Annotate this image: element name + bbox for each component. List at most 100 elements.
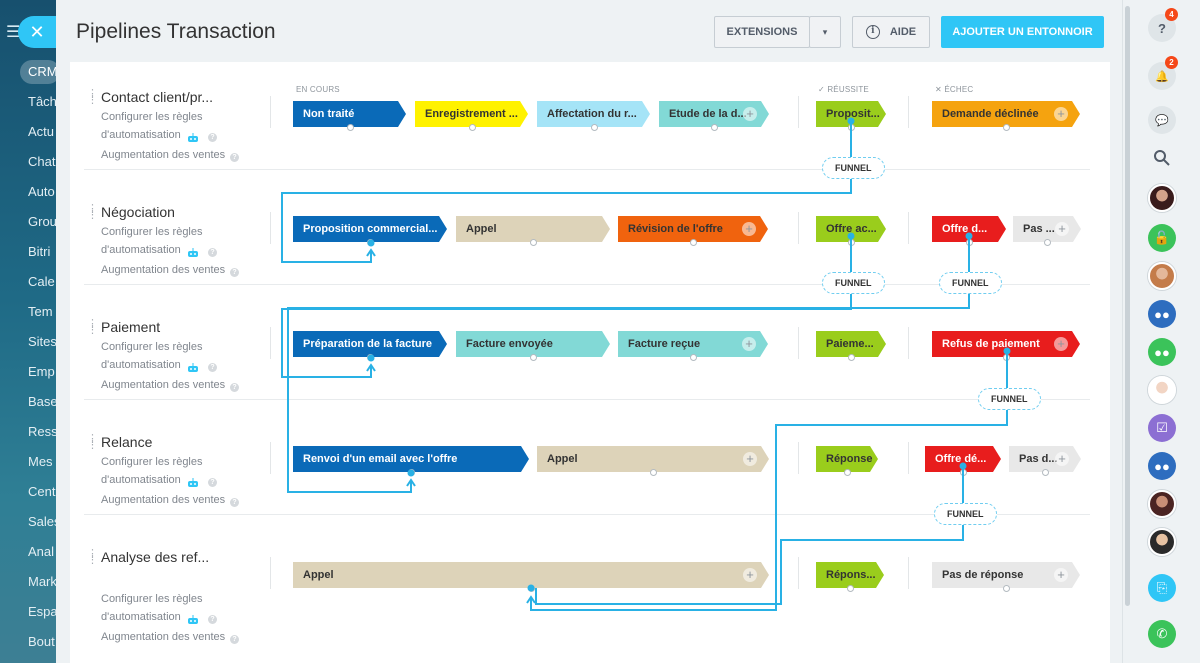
phone-icon[interactable]: ✆ bbox=[1148, 620, 1176, 648]
sidebar-nav-item[interactable]: Anal bbox=[28, 544, 54, 559]
sidebar-nav-item[interactable]: Base bbox=[28, 394, 56, 409]
help-hint-icon[interactable]: ? bbox=[230, 153, 239, 162]
funnel-badge[interactable]: FUNNEL bbox=[939, 272, 1002, 294]
stage-connector-dot[interactable] bbox=[408, 469, 415, 476]
stage-connector-dot[interactable] bbox=[848, 354, 855, 361]
open-lines-icon[interactable]: ⎘ bbox=[1148, 574, 1176, 602]
help-hint-icon[interactable]: ? bbox=[230, 383, 239, 392]
close-slider-button[interactable]: ✕ bbox=[18, 16, 56, 48]
automation-link[interactable]: d'automatisation bbox=[101, 244, 181, 256]
help-icon[interactable]: ? 4 bbox=[1148, 8, 1178, 42]
help-hint-icon[interactable]: ? bbox=[208, 615, 217, 624]
add-stage-icon[interactable]: + bbox=[743, 107, 757, 121]
avatar[interactable] bbox=[1148, 490, 1176, 518]
scrollbar[interactable] bbox=[1125, 6, 1130, 606]
sales-boost-link[interactable]: Augmentation des ventes bbox=[101, 379, 225, 391]
stage-connector-dot[interactable] bbox=[1042, 469, 1049, 476]
group-icon[interactable]: ●● bbox=[1148, 300, 1176, 328]
automation-link[interactable]: Configurer les règles bbox=[101, 226, 203, 238]
funnel-badge[interactable]: FUNNEL bbox=[822, 272, 885, 294]
add-stage-icon[interactable]: + bbox=[743, 568, 757, 582]
stage-connector-dot[interactable] bbox=[468, 124, 476, 131]
task-icon[interactable]: ☑ bbox=[1148, 414, 1176, 442]
add-stage-icon[interactable]: + bbox=[742, 222, 756, 236]
stage-connector-dot[interactable] bbox=[346, 124, 354, 131]
stage-connector-dot[interactable] bbox=[650, 469, 657, 476]
add-stage-icon[interactable]: + bbox=[742, 337, 756, 351]
stage-connector-dot[interactable] bbox=[590, 124, 598, 131]
extensions-button[interactable]: EXTENSIONS bbox=[714, 16, 810, 48]
lock-icon[interactable]: 🔓 bbox=[1148, 224, 1176, 252]
automation-link[interactable]: Configurer les règles bbox=[101, 593, 203, 605]
stage-connector-dot[interactable] bbox=[367, 354, 374, 361]
sidebar-nav-item[interactable]: Cale bbox=[28, 274, 55, 289]
stage-connector-dot[interactable] bbox=[530, 354, 537, 361]
add-funnel-button[interactable]: AJOUTER UN ENTONNOIR bbox=[941, 16, 1104, 48]
add-stage-icon[interactable]: + bbox=[1054, 568, 1068, 582]
search-icon[interactable] bbox=[1148, 144, 1176, 172]
stage-connector-dot[interactable] bbox=[690, 239, 697, 246]
pipeline-title[interactable]: Négociation bbox=[101, 204, 175, 220]
sidebar-nav-item[interactable]: Mes bbox=[28, 454, 53, 469]
drag-handle-icon[interactable]: ⋮ ⋮ bbox=[87, 204, 98, 221]
sidebar-item-crm[interactable]: CRM bbox=[20, 60, 56, 84]
funnel-badge[interactable]: FUNNEL bbox=[978, 388, 1041, 410]
pipeline-title[interactable]: Paiement bbox=[101, 319, 160, 335]
drag-handle-icon[interactable]: ⋮ ⋮ bbox=[87, 434, 98, 451]
stage-connector-dot[interactable] bbox=[848, 239, 855, 246]
automation-link[interactable]: Configurer les règles bbox=[101, 341, 203, 353]
help-hint-icon[interactable]: ? bbox=[208, 248, 217, 257]
stage-connector-dot[interactable] bbox=[711, 124, 718, 131]
stage-connector-dot[interactable] bbox=[960, 469, 967, 476]
stage-connector-dot[interactable] bbox=[530, 239, 537, 246]
automation-link[interactable]: Configurer les règles bbox=[101, 456, 203, 468]
avatar[interactable] bbox=[1148, 528, 1176, 556]
sales-boost-link[interactable]: Augmentation des ventes bbox=[101, 494, 225, 506]
sales-boost-link[interactable]: Augmentation des ventes bbox=[101, 631, 225, 643]
add-stage-icon[interactable]: + bbox=[1054, 107, 1068, 121]
add-stage-icon[interactable]: + bbox=[1055, 222, 1069, 236]
pipeline-title[interactable]: Contact client/pr... bbox=[101, 89, 213, 105]
help-button[interactable]: i AIDE bbox=[852, 16, 930, 48]
sidebar-nav-item[interactable]: Auto bbox=[28, 184, 55, 199]
drag-handle-icon[interactable]: ⋮ ⋮ bbox=[87, 319, 98, 336]
sidebar-nav-item[interactable]: Cent bbox=[28, 484, 55, 499]
pipeline-title[interactable]: Analyse des ref... bbox=[101, 549, 209, 565]
stage-connector-dot[interactable] bbox=[528, 585, 535, 592]
group-icon[interactable]: ●● bbox=[1148, 452, 1176, 480]
stage-connector-dot[interactable] bbox=[1044, 239, 1051, 246]
sales-boost-link[interactable]: Augmentation des ventes bbox=[101, 264, 225, 276]
avatar[interactable] bbox=[1148, 262, 1176, 290]
stage-connector-dot[interactable] bbox=[848, 124, 855, 131]
sidebar-nav-item[interactable]: Espa bbox=[28, 604, 56, 619]
add-stage-icon[interactable]: + bbox=[1054, 337, 1068, 351]
sidebar-nav-item[interactable]: Ress bbox=[28, 424, 56, 439]
stage-connector-dot[interactable] bbox=[844, 469, 851, 476]
drag-handle-icon[interactable]: ⋮ ⋮ bbox=[87, 89, 98, 106]
add-stage-icon[interactable]: + bbox=[1055, 452, 1069, 466]
sidebar-nav-item[interactable]: Grou bbox=[28, 214, 56, 229]
help-hint-icon[interactable]: ? bbox=[208, 478, 217, 487]
help-hint-icon[interactable]: ? bbox=[230, 268, 239, 277]
stage-connector-dot[interactable] bbox=[1003, 124, 1010, 131]
help-hint-icon[interactable]: ? bbox=[230, 498, 239, 507]
add-stage-icon[interactable]: + bbox=[743, 452, 757, 466]
bell-icon[interactable]: 🔔 2 bbox=[1148, 56, 1178, 90]
sidebar-nav-item[interactable]: Chat bbox=[28, 154, 55, 169]
sales-boost-link[interactable]: Augmentation des ventes bbox=[101, 149, 225, 161]
stage-connector-dot[interactable] bbox=[966, 239, 973, 246]
stage-connector-dot[interactable] bbox=[1003, 585, 1010, 592]
sidebar-nav-item[interactable]: Sales bbox=[28, 514, 56, 529]
help-hint-icon[interactable]: ? bbox=[208, 133, 217, 142]
drag-handle-icon[interactable]: ⋮ ⋮ bbox=[87, 549, 98, 566]
help-hint-icon[interactable]: ? bbox=[208, 363, 217, 372]
sidebar-nav-item[interactable]: Bitri bbox=[28, 244, 50, 259]
stage-connector-dot[interactable] bbox=[690, 354, 697, 361]
automation-link[interactable]: d'automatisation bbox=[101, 611, 181, 623]
sidebar-nav-item[interactable]: Sites bbox=[28, 334, 56, 349]
extensions-dropdown-button[interactable]: ▾ bbox=[809, 16, 841, 48]
sidebar-nav-item[interactable]: Emp bbox=[28, 364, 55, 379]
stage-connector-dot[interactable] bbox=[1003, 354, 1010, 361]
chat-icon[interactable]: 💬 bbox=[1148, 106, 1176, 134]
automation-link[interactable]: d'automatisation bbox=[101, 129, 181, 141]
